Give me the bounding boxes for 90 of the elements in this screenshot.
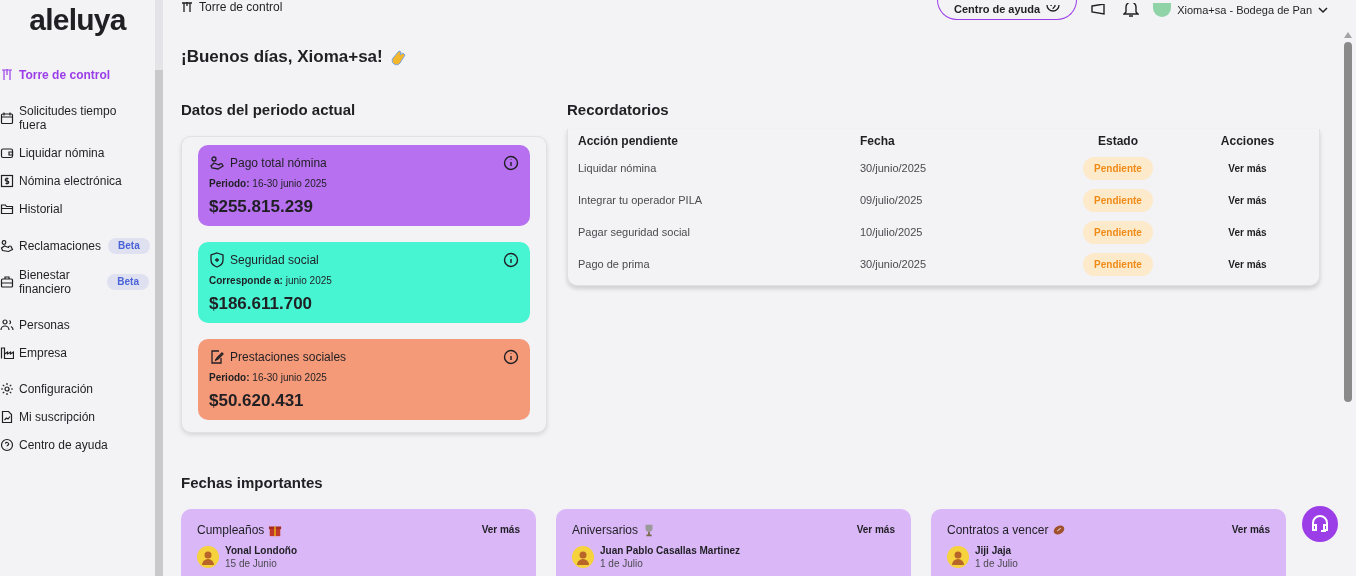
dollar-document-icon	[0, 174, 14, 188]
sidebar-item[interactable]: Personas	[0, 318, 155, 332]
avatar-icon	[197, 546, 219, 568]
section-title: Fechas importantes	[181, 472, 324, 493]
card-title: Prestaciones sociales	[230, 348, 348, 366]
view-more-link[interactable]: Ver más	[1228, 259, 1267, 271]
scrollbar-thumb[interactable]	[1344, 42, 1352, 402]
logo: aleluya	[29, 2, 126, 38]
scrollbar-thumb[interactable]	[155, 70, 163, 576]
hand-coin-icon	[209, 154, 225, 171]
briefcase-icon	[0, 275, 14, 289]
breadcrumb[interactable]: Torre de control	[199, 1, 283, 13]
person-name: Jiji Jaja	[975, 544, 1013, 557]
person-name: Juan Pablo Casallas Martinez	[600, 544, 741, 557]
document-pen-icon	[209, 348, 225, 365]
view-more-link[interactable]: Ver más	[1228, 195, 1267, 207]
status-badge: Pendiente	[1083, 189, 1153, 212]
table-cell-text: 30/junio/2025	[860, 257, 928, 273]
person-date: 1 de Julio	[600, 556, 644, 570]
document-chart-icon	[0, 410, 14, 424]
avatar	[1153, 3, 1172, 17]
hand-coin-icon	[0, 239, 14, 253]
view-more-link[interactable]: Ver más	[1231, 522, 1270, 537]
table-cell: Integrar tu operador PILA	[578, 184, 860, 217]
user-name[interactable]: Xioma+sa - Bodega de Pan	[1177, 4, 1312, 16]
sidebar-item[interactable]: Liquidar nómina	[0, 146, 155, 160]
view-more-link[interactable]: Ver más	[481, 522, 520, 537]
person-name: Yonal Londoño	[225, 544, 298, 557]
card-title: Aniversarios	[572, 521, 639, 539]
sidebar-item[interactable]: Bienestar financiero Beta	[0, 268, 155, 296]
table-cell-text: 30/junio/2025	[860, 161, 928, 177]
column-header: Acción pendiente	[578, 128, 860, 153]
sidebar-item[interactable]: Configuración	[0, 382, 155, 396]
card-amount: $186.611.700	[209, 292, 314, 315]
tower-icon	[181, 1, 193, 13]
sidebar-item[interactable]: Reclamaciones Beta	[0, 238, 155, 254]
info-icon[interactable]	[503, 348, 519, 365]
sidebar-item[interactable]: Nómina electrónica	[0, 174, 155, 188]
card-title: Seguridad social	[230, 251, 320, 269]
view-more-link[interactable]: Ver más	[1228, 227, 1267, 239]
chevron-down-icon[interactable]	[1318, 6, 1328, 14]
card-period: Periodo: 16-30 junio 2025	[209, 370, 328, 385]
sidebar-item[interactable]: Historial	[0, 202, 155, 216]
info-icon[interactable]	[503, 251, 519, 268]
info-icon[interactable]	[503, 154, 519, 171]
card-title: Cumpleaños	[197, 521, 265, 539]
card-period: Corresponde a: junio 2025	[209, 273, 333, 288]
column-header: Acciones	[1219, 132, 1276, 150]
factory-icon	[0, 346, 14, 360]
sidebar-item[interactable]: Centro de ayuda	[0, 438, 155, 452]
section-title: Datos del periodo actual	[181, 99, 357, 120]
person-date: 1 de Julio	[975, 556, 1018, 570]
sidebar-item[interactable]: Empresa	[0, 346, 155, 360]
avatar-icon	[947, 546, 969, 568]
support-button[interactable]	[1302, 506, 1338, 542]
calendar-icon	[0, 111, 14, 125]
status-badge: Pendiente	[1083, 157, 1153, 180]
view-more-link[interactable]: Ver más	[856, 522, 895, 537]
settings-icon	[0, 382, 14, 396]
table-cell: Liquidar nómina	[578, 152, 860, 185]
view-more-link[interactable]: Ver más	[1228, 163, 1267, 175]
greeting: ¡Buenos días, Xioma+sa!	[181, 46, 383, 68]
sidebar-item[interactable]: Torre de control	[0, 68, 155, 82]
column-header: Estado	[1097, 132, 1139, 150]
people-icon	[0, 318, 14, 332]
beta-badge: Beta	[108, 238, 150, 254]
status-badge: Pendiente	[1083, 221, 1153, 244]
table-cell-text: 09/julio/2025	[860, 193, 924, 209]
tower-icon	[0, 68, 14, 82]
shield-plus-icon	[209, 251, 225, 268]
section-title: Recordatorios	[567, 99, 670, 120]
card-amount: $255.815.239	[209, 195, 314, 218]
sidebar-item[interactable]: Solicitudes tiempo fuera	[0, 104, 155, 132]
bell-icon[interactable]	[1123, 3, 1140, 17]
beta-badge: Beta	[107, 274, 149, 290]
card-title: Contratos a vencer	[947, 521, 1049, 539]
sidebar-item[interactable]: Mi suscripción	[0, 410, 155, 424]
headset-icon	[1310, 514, 1330, 534]
person-date: 15 de Junio	[225, 556, 278, 570]
column-header: Fecha	[860, 132, 896, 150]
table-cell-text: 10/julio/2025	[860, 225, 924, 241]
card-period: Periodo: 16-30 junio 2025	[209, 176, 328, 191]
card-amount: $50.620.431	[209, 389, 305, 412]
table-cell: Pagar seguridad social	[578, 216, 860, 249]
folder-icon	[0, 202, 14, 216]
card-title: Pago total nómina	[230, 154, 328, 172]
avatar-icon	[572, 546, 594, 568]
status-badge: Pendiente	[1083, 253, 1153, 276]
table-cell: Pago de prima	[578, 248, 860, 281]
wallet-icon	[0, 146, 14, 160]
